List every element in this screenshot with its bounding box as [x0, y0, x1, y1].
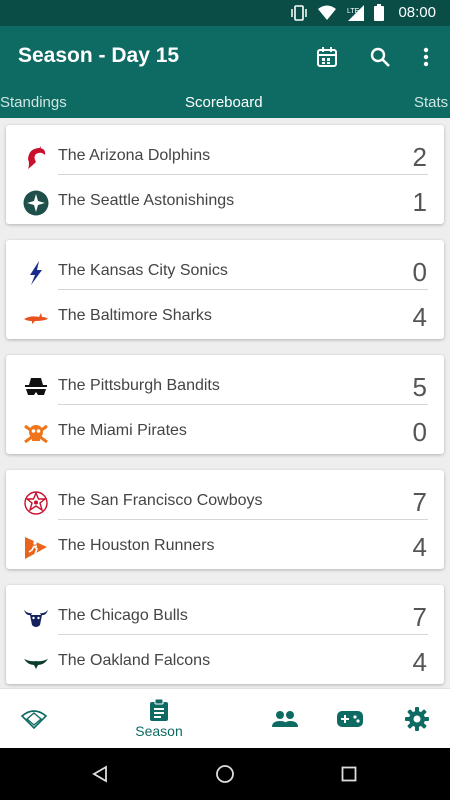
vibrate-icon [291, 4, 308, 21]
nav-season-label: Season [135, 723, 183, 739]
wifi-icon [318, 5, 337, 20]
signal-icon: LTE [347, 4, 365, 21]
team-name: The Kansas City Sonics [58, 262, 228, 279]
back-button[interactable] [89, 763, 111, 785]
tab-stats[interactable]: Stats [414, 94, 448, 111]
overflow-menu-button[interactable] [412, 43, 440, 71]
home-button[interactable] [214, 763, 236, 785]
divider [58, 289, 428, 290]
runner-icon [25, 537, 47, 559]
clipboard-icon [150, 699, 168, 721]
divider [58, 519, 428, 520]
network-type: LTE [347, 8, 360, 15]
game-card[interactable]: The San Francisco Cowboys 7 The Houston … [6, 470, 444, 569]
team-score: 7 [412, 602, 427, 632]
team-row: The Houston Runners 4 [6, 525, 444, 571]
tab-standings[interactable]: Standings [0, 94, 67, 111]
skull-crossbones-icon [24, 424, 48, 444]
scoreboard-list: The Arizona Dolphins 2 The Seattle Aston… [0, 118, 450, 688]
status-bar: LTE 08:00 [0, 0, 450, 26]
bottom-nav: Season [0, 688, 450, 748]
falcon-icon [24, 659, 48, 669]
game-card[interactable]: The Arizona Dolphins 2 The Seattle Aston… [6, 125, 444, 224]
nav-settings[interactable] [400, 689, 434, 749]
shark-icon [24, 313, 48, 324]
team-score: 0 [412, 417, 427, 447]
game-card[interactable]: The Chicago Bulls 7 The Oakland Falcons … [6, 585, 444, 684]
team-row: The Miami Pirates 0 [6, 410, 444, 456]
team-score: 7 [412, 487, 427, 517]
sheriff-star-icon [24, 491, 48, 515]
team-score: 2 [412, 142, 427, 172]
more-vert-icon [423, 47, 429, 67]
team-score: 4 [412, 302, 427, 332]
divider [58, 174, 428, 175]
recents-square-icon [341, 766, 357, 782]
nav-games[interactable] [333, 689, 367, 749]
people-icon [272, 711, 298, 727]
dolphin-icon [28, 146, 46, 169]
app-bar: Season - Day 15 [0, 26, 450, 88]
lightning-bolt-icon [30, 261, 42, 285]
team-name: The San Francisco Cowboys [58, 492, 263, 509]
system-nav-bar [0, 748, 450, 800]
nav-field[interactable] [14, 689, 54, 749]
back-triangle-icon [92, 765, 107, 783]
team-name: The Baltimore Sharks [58, 307, 212, 324]
divider [58, 634, 428, 635]
gear-icon [405, 707, 429, 731]
team-row: The Seattle Astonishings 1 [6, 180, 444, 226]
team-name: The Seattle Astonishings [58, 192, 235, 209]
tab-bar: Standings Scoreboard Stats [0, 88, 450, 118]
calendar-button[interactable] [313, 43, 341, 71]
bull-icon [24, 610, 48, 627]
tab-scoreboard[interactable]: Scoreboard [185, 94, 263, 111]
team-name: The Houston Runners [58, 537, 215, 554]
team-score: 4 [412, 532, 427, 562]
team-score: 5 [412, 372, 427, 402]
page-title: Season - Day 15 [18, 44, 180, 67]
gamepad-icon [337, 711, 363, 727]
calendar-icon [317, 47, 337, 67]
clock: 08:00 [398, 4, 436, 21]
home-circle-icon [216, 765, 234, 783]
search-icon [370, 47, 390, 67]
recents-button[interactable] [338, 763, 360, 785]
team-name: The Arizona Dolphins [58, 147, 211, 164]
team-score: 0 [412, 257, 427, 287]
team-name: The Chicago Bulls [58, 607, 188, 624]
nav-people[interactable] [268, 689, 302, 749]
bandit-mask-icon [25, 378, 47, 395]
team-score: 1 [412, 187, 427, 217]
team-name: The Oakland Falcons [58, 652, 211, 669]
compass-star-icon [23, 190, 49, 216]
divider [58, 404, 428, 405]
battery-icon [374, 4, 385, 21]
team-name: The Miami Pirates [58, 422, 187, 439]
team-name: The Pittsburgh Bandits [58, 377, 220, 394]
nav-season[interactable]: Season [128, 689, 190, 749]
team-row: The Baltimore Sharks 4 [6, 295, 444, 341]
search-button[interactable] [366, 43, 394, 71]
game-card[interactable]: The Pittsburgh Bandits 5 The Miami Pirat… [6, 355, 444, 454]
game-card[interactable]: The Kansas City Sonics 0 The Baltimore S… [6, 240, 444, 339]
team-score: 4 [412, 647, 427, 677]
baseball-field-icon [21, 710, 47, 729]
team-row: The Oakland Falcons 4 [6, 640, 444, 686]
